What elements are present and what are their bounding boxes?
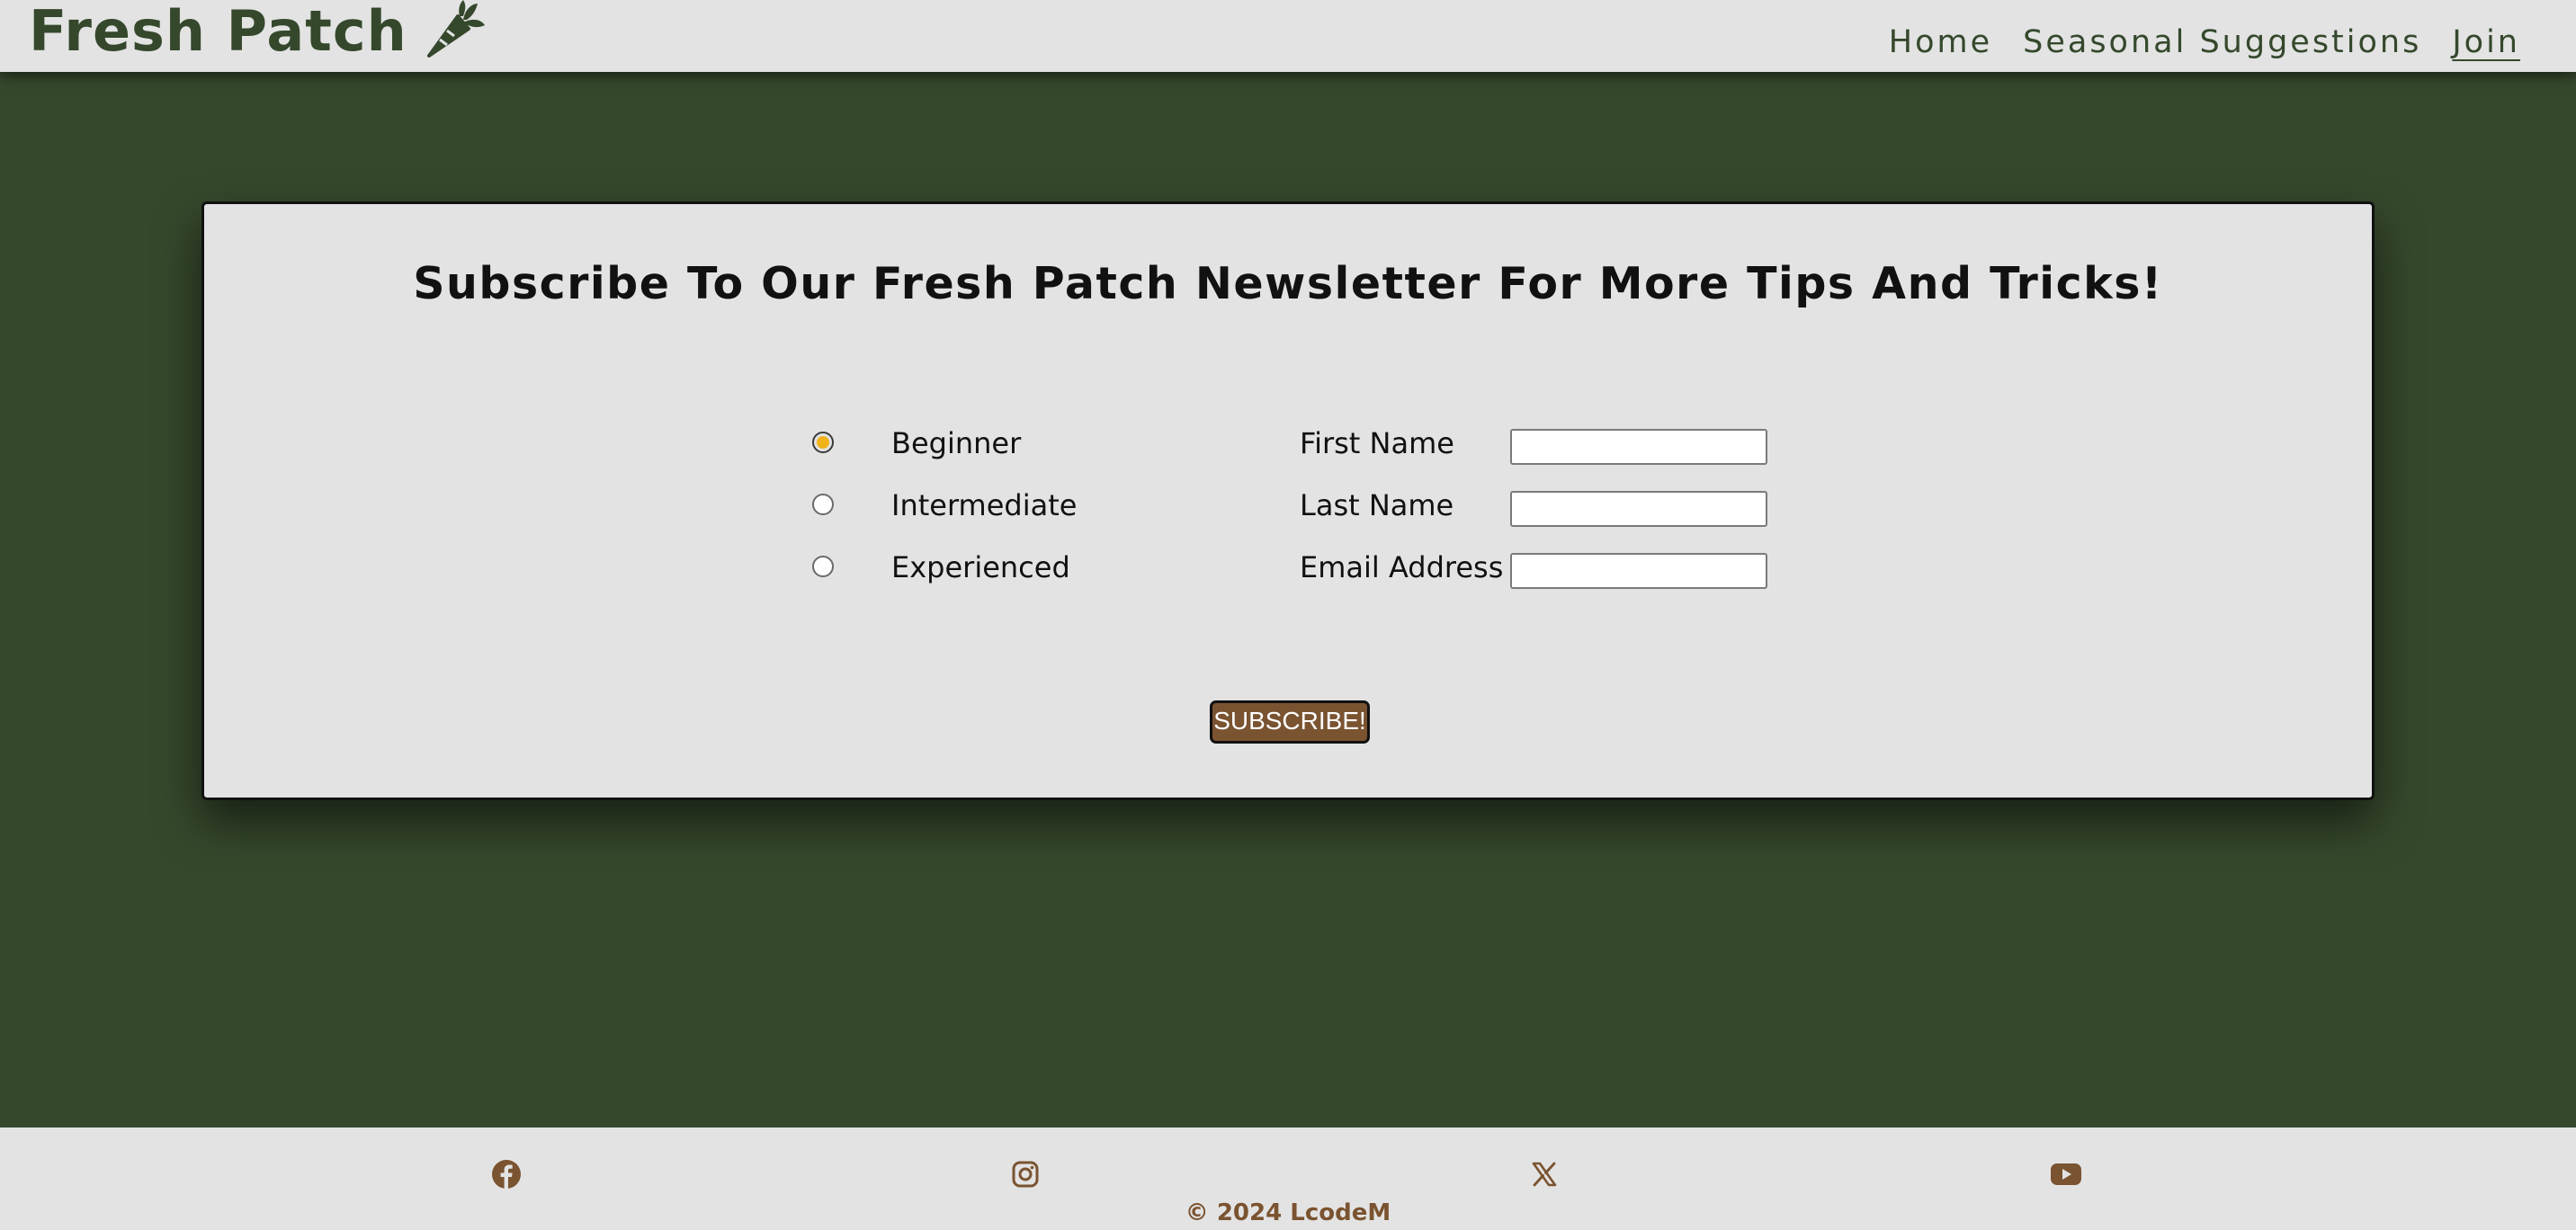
- youtube-icon[interactable]: [2048, 1156, 2084, 1192]
- radio-label-experienced: Experienced: [891, 550, 1070, 584]
- radio-label-beginner: Beginner: [891, 426, 1022, 460]
- first-name-field[interactable]: [1510, 429, 1767, 465]
- radio-experienced[interactable]: [812, 556, 834, 577]
- site-footer: © 2024 LcodeM: [0, 1128, 2576, 1230]
- level-option-experienced[interactable]: Experienced: [812, 544, 1070, 589]
- x-icon[interactable]: [1526, 1156, 1562, 1192]
- main-nav: Home Seasonal Suggestions Join: [1889, 22, 2520, 63]
- copyright-text: © 2024 LcodeM: [1185, 1199, 1391, 1226]
- radio-intermediate[interactable]: [812, 494, 834, 515]
- newsletter-title: Subscribe To Our Fresh Patch Newsletter …: [413, 258, 2163, 309]
- nav-seasonal-suggestions[interactable]: Seasonal Suggestions: [2023, 22, 2421, 63]
- level-option-beginner[interactable]: Beginner: [812, 420, 1021, 465]
- last-name-field[interactable]: [1510, 491, 1767, 527]
- facebook-icon[interactable]: [488, 1156, 524, 1192]
- level-option-intermediate[interactable]: Intermediate: [812, 482, 1077, 527]
- brand-name: Fresh Patch: [29, 0, 407, 64]
- brand-logo[interactable]: Fresh Patch: [29, 0, 487, 72]
- email-field[interactable]: [1510, 553, 1767, 589]
- first-name-label: First Name: [1300, 426, 1454, 460]
- newsletter-card: Subscribe To Our Fresh Patch Newsletter …: [201, 201, 2375, 800]
- nav-join[interactable]: Join: [2452, 22, 2520, 63]
- subscribe-button[interactable]: SUBSCRIBE!: [1210, 700, 1370, 744]
- last-name-label: Last Name: [1300, 488, 1454, 522]
- nav-home[interactable]: Home: [1889, 22, 1992, 63]
- carrot-icon: [424, 0, 487, 63]
- radio-label-intermediate: Intermediate: [891, 488, 1078, 522]
- email-label: Email Address: [1300, 550, 1504, 584]
- instagram-icon[interactable]: [1007, 1156, 1043, 1192]
- site-header: Fresh Patch Home Seasonal Suggestions Jo…: [0, 0, 2576, 72]
- radio-beginner[interactable]: [812, 432, 834, 453]
